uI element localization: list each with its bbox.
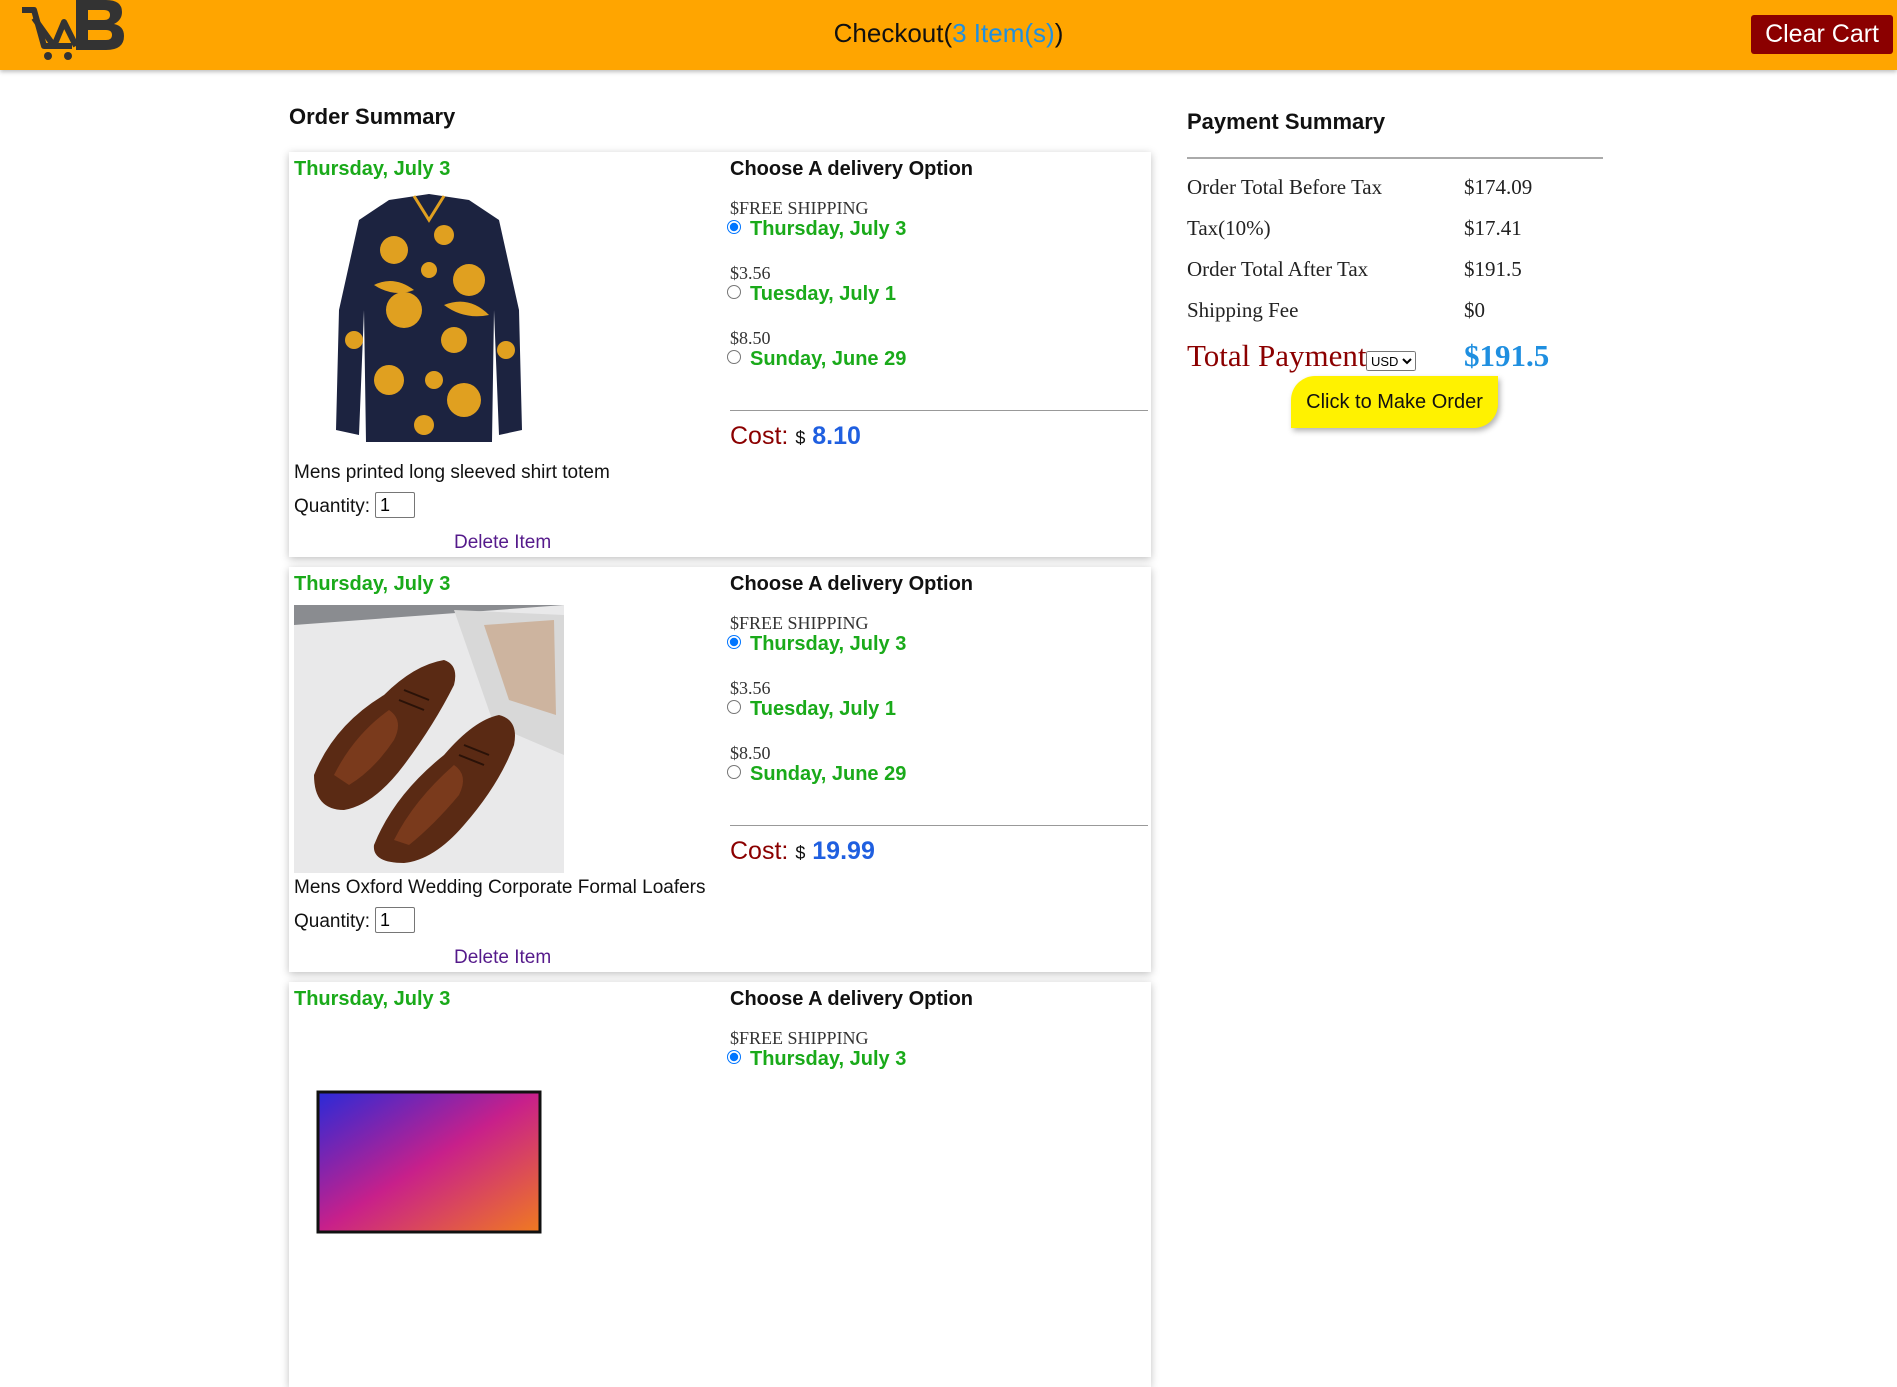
top-bar: Checkout(3 Item(s)) Clear Cart — [0, 0, 1897, 70]
delivery-date: Thursday, July 3 — [294, 573, 451, 595]
option-date: Tuesday, July 1 — [750, 283, 896, 305]
delivery-options: Choose A delivery Option $FREE SHIPPING … — [727, 988, 1148, 1070]
shipping-fee-value: $0 — [1464, 298, 1485, 322]
option-date: Sunday, June 29 — [750, 348, 907, 370]
option-price: $8.50 — [730, 743, 771, 763]
checkout-title: Checkout(3 Item(s)) — [0, 18, 1897, 49]
delivery-option[interactable]: $3.56 Tuesday, July 1 — [727, 678, 1148, 743]
option-price: $FREE SHIPPING — [730, 613, 869, 633]
patterned-shirt-image — [294, 190, 564, 458]
delivery-option-radio[interactable] — [727, 285, 741, 299]
total-after-tax-value: $191.5 — [1464, 257, 1522, 281]
delivery-option-radio[interactable] — [727, 220, 741, 234]
laptop-image — [294, 1020, 564, 1288]
product-name: Mens printed long sleeved shirt totem — [294, 462, 610, 483]
option-date: Thursday, July 3 — [750, 1048, 907, 1070]
delivery-options-title: Choose A delivery Option — [730, 988, 973, 1010]
total-after-tax-label: Order Total After Tax — [1187, 257, 1369, 281]
item-cost-value: 19.99 — [812, 837, 875, 865]
tax-value: $17.41 — [1464, 216, 1522, 240]
currency-select[interactable]: USD — [1366, 351, 1416, 371]
item-cost-value: 8.10 — [812, 422, 861, 450]
delivery-option[interactable]: $FREE SHIPPING Thursday, July 3 — [727, 613, 1148, 678]
quantity-input[interactable] — [375, 907, 415, 933]
shipping-fee-label: Shipping Fee — [1187, 298, 1299, 322]
delivery-options: Choose A delivery Option $FREE SHIPPING … — [727, 573, 1148, 865]
delivery-option-radio[interactable] — [727, 765, 741, 779]
delivery-option-radio[interactable] — [727, 635, 741, 649]
total-payment-value: $191.5 — [1464, 338, 1550, 373]
item-cost: Cost: $ 8.10 — [730, 422, 861, 450]
delivery-date: Thursday, July 3 — [294, 988, 451, 1010]
option-price: $3.56 — [730, 678, 771, 698]
payment-summary-title: Payment Summary — [1187, 109, 1386, 134]
total-payment-label: Total Payment — [1187, 338, 1367, 373]
quantity-label: Quantity: — [294, 496, 371, 517]
divider — [1187, 157, 1603, 159]
tax-label: Tax(10%) — [1187, 216, 1271, 240]
delivery-option[interactable]: $FREE SHIPPING Thursday, July 3 — [727, 1028, 1148, 1093]
clear-cart-button[interactable]: Clear Cart — [1751, 15, 1893, 54]
quantity-input[interactable] — [375, 492, 415, 518]
subtotal-label: Order Total Before Tax — [1187, 175, 1383, 199]
cart-item-count: 3 Item(s) — [952, 18, 1055, 48]
divider — [730, 410, 1148, 411]
checkout-label: Checkout( — [833, 18, 953, 48]
make-order-button[interactable]: Click to Make Order — [1291, 376, 1498, 428]
option-price: $FREE SHIPPING — [730, 1028, 869, 1048]
delivery-option[interactable]: $3.56 Tuesday, July 1 — [727, 263, 1148, 328]
subtotal-value: $174.09 — [1464, 175, 1533, 199]
delivery-option[interactable]: $8.50 Sunday, June 29 — [727, 328, 1148, 393]
divider — [730, 825, 1148, 826]
option-date: Thursday, July 3 — [750, 633, 907, 655]
delivery-option-radio[interactable] — [727, 350, 741, 364]
delivery-option[interactable]: $FREE SHIPPING Thursday, July 3 — [727, 198, 1148, 263]
checkout-close: ) — [1054, 18, 1064, 48]
delivery-option-radio[interactable] — [727, 1050, 741, 1064]
delivery-options-title: Choose A delivery Option — [730, 158, 973, 180]
delivery-options: Choose A delivery Option $FREE SHIPPING … — [727, 158, 1148, 450]
option-price: $8.50 — [730, 328, 771, 348]
item-cost: Cost: $ 19.99 — [730, 837, 875, 865]
brown-oxford-shoes-image — [294, 605, 564, 873]
delivery-options-title: Choose A delivery Option — [730, 573, 973, 595]
option-price: $3.56 — [730, 263, 771, 283]
delivery-option-radio[interactable] — [727, 700, 741, 714]
delivery-option[interactable]: $8.50 Sunday, June 29 — [727, 743, 1148, 808]
cart-item-card: Thursday, July 3 Choose A delivery Optio… — [289, 982, 1151, 1387]
option-price: $FREE SHIPPING — [730, 198, 869, 218]
delivery-date: Thursday, July 3 — [294, 158, 451, 180]
cart-item-card: Thursday, July 3 Mens printed long sleev… — [289, 152, 1151, 557]
quantity-label: Quantity: — [294, 911, 371, 932]
product-name: Mens Oxford Wedding Corporate Formal Loa… — [294, 877, 706, 898]
order-summary-title: Order Summary — [289, 104, 456, 129]
cart-item-card: Thursday, July 3 Mens Oxford Wedding Cor… — [289, 567, 1151, 972]
option-date: Sunday, June 29 — [750, 763, 907, 785]
delete-item-link[interactable]: Delete Item — [454, 532, 551, 554]
option-date: Tuesday, July 1 — [750, 698, 896, 720]
delete-item-link[interactable]: Delete Item — [454, 947, 551, 969]
option-date: Thursday, July 3 — [750, 218, 907, 240]
